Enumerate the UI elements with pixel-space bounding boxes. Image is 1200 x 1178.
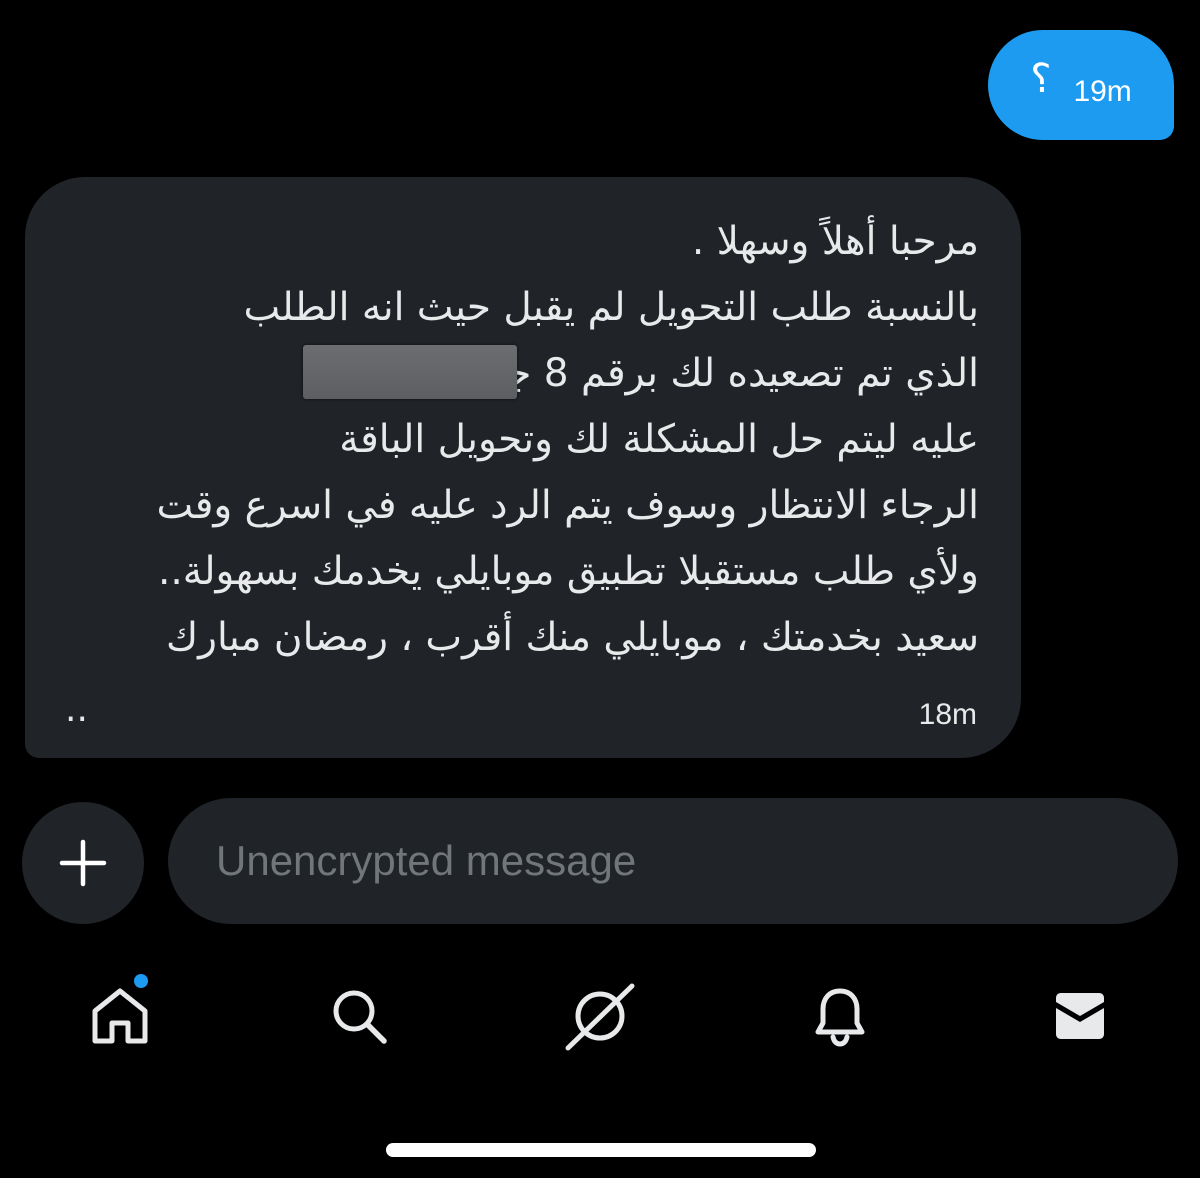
search-icon [333, 990, 387, 1044]
nav-grok[interactable] [564, 980, 636, 1052]
nav-home[interactable] [84, 980, 156, 1052]
message-line: ولأي طلب مستقبلا تطبيق موبايلي يخدمك بسه… [157, 549, 979, 594]
sent-message-bubble[interactable]: ؟ 19m [988, 30, 1174, 140]
message-line: عليه ليتم حل المشكلة لك وتحويل الباقة [339, 417, 979, 462]
sent-message-time: 19m [1073, 75, 1132, 108]
add-attachment-button[interactable] [22, 802, 144, 924]
message-line: بالنسبة طلب التحويل لم يقبل حيث انه الطل… [243, 285, 980, 330]
message-trailing-dots: .. [65, 689, 88, 730]
mail-icon [1056, 993, 1104, 1039]
nav-messages[interactable] [1044, 980, 1116, 1052]
nav-notifications[interactable] [804, 980, 876, 1052]
notification-dot [134, 974, 148, 988]
sent-message-text: ؟ [1030, 56, 1052, 102]
received-message-text: مرحبا أهلاً وسهلا . بالنسبة طلب التحويل … [67, 209, 979, 671]
message-line: الرجاء الانتظار وسوف يتم الرد عليه في اس… [156, 483, 979, 528]
home-indicator[interactable] [386, 1143, 816, 1157]
bell-icon [815, 988, 865, 1047]
grok-icon [565, 983, 635, 1051]
received-message-bubble[interactable]: مرحبا أهلاً وسهلا . بالنسبة طلب التحويل … [25, 177, 1021, 758]
plus-icon [59, 839, 107, 887]
received-message-time: 18m [918, 698, 977, 731]
message-line: مرحبا أهلاً وسهلا . [691, 219, 979, 264]
message-input[interactable] [214, 836, 1178, 886]
message-line: الذي تم تصعيده لك برقم 8 جاري العمل [340, 351, 979, 396]
message-line: سعيد بخدمتك ، موبايلي منك أقرب ، رمضان م… [166, 615, 979, 660]
home-icon [92, 988, 148, 1044]
message-composer[interactable] [168, 798, 1178, 924]
nav-search[interactable] [323, 980, 395, 1052]
redacted-block [303, 345, 517, 399]
